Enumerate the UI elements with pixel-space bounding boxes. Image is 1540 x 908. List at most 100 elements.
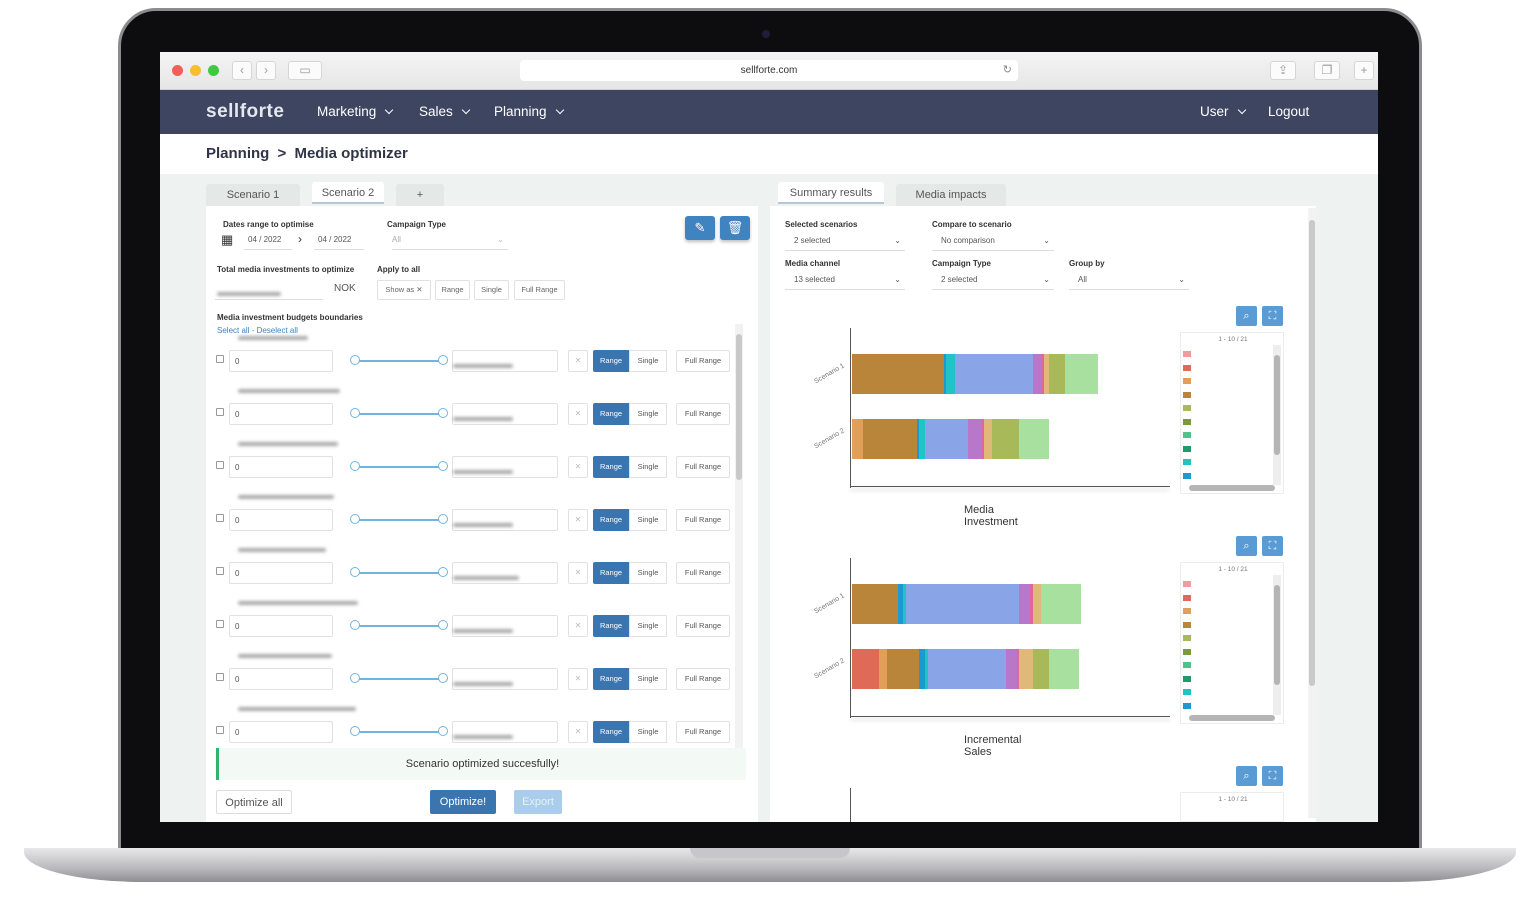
optimize-button[interactable]: Optimize! (430, 790, 496, 814)
slider-max-handle[interactable] (438, 567, 448, 577)
range-toggle[interactable]: Range (593, 668, 629, 690)
full-range-button[interactable]: Full Range (676, 615, 730, 637)
slider-min-handle[interactable] (350, 514, 360, 524)
range-slider[interactable] (354, 572, 442, 574)
row-checkbox[interactable] (216, 355, 224, 363)
max-value-input[interactable] (452, 403, 558, 425)
clear-icon[interactable]: ✕ (568, 456, 588, 478)
legend-swatch[interactable] (1183, 662, 1191, 668)
legend-swatch[interactable] (1183, 472, 1191, 479)
legend-swatch[interactable] (1183, 635, 1191, 641)
bar-segment[interactable] (852, 419, 863, 459)
tab-scenario-2[interactable]: Scenario 2 (312, 182, 384, 204)
results-scrollbar[interactable] (1308, 208, 1316, 818)
single-toggle[interactable]: Single (629, 403, 667, 425)
bar-segment[interactable] (852, 649, 879, 689)
bar-segment[interactable] (1019, 419, 1050, 459)
clear-icon[interactable]: ✕ (568, 668, 588, 690)
bar-segment[interactable] (1019, 649, 1033, 689)
slider-max-handle[interactable] (438, 408, 448, 418)
bar-segment[interactable] (1049, 354, 1066, 394)
range-slider[interactable] (354, 678, 442, 680)
range-slider[interactable] (354, 625, 442, 627)
legend-swatch[interactable] (1183, 432, 1191, 438)
tab-scenario-1[interactable]: Scenario 1 (206, 184, 300, 206)
selected-scenarios-select[interactable]: 2 selected ⌄ (785, 231, 905, 251)
close-window-button[interactable] (172, 65, 183, 76)
legend-swatch[interactable] (1183, 459, 1191, 465)
media-channel-select[interactable]: 13 selected ⌄ (785, 270, 905, 290)
chart-3-legend-pager[interactable]: 1 - 10 / 21 (1181, 793, 1285, 807)
clear-icon[interactable]: ✕ (568, 562, 588, 584)
nav-sales[interactable]: Sales (419, 104, 471, 119)
zoom-button[interactable]: ⌕ (1236, 766, 1257, 786)
clear-icon[interactable]: ✕ (568, 403, 588, 425)
slider-min-handle[interactable] (350, 620, 360, 630)
range-toggle[interactable]: Range (593, 403, 629, 425)
app-logo[interactable]: sellforte (206, 101, 284, 123)
range-toggle[interactable]: Range (593, 509, 629, 531)
date-to-field[interactable]: 04 / 2022 (314, 230, 364, 250)
legend-swatch[interactable] (1183, 364, 1191, 371)
row-checkbox[interactable] (216, 514, 224, 522)
full-range-button[interactable]: Full Range (676, 403, 730, 425)
tab-summary-results[interactable]: Summary results (778, 182, 884, 204)
delete-button[interactable]: 🗑 (720, 216, 750, 240)
legend-swatch[interactable] (1183, 378, 1191, 384)
nav-planning[interactable]: Planning (494, 104, 564, 119)
slider-max-handle[interactable] (438, 461, 448, 471)
address-bar[interactable]: sellforte.com ↻ (520, 60, 1018, 81)
max-value-input[interactable] (452, 615, 558, 637)
legend-swatch[interactable] (1183, 608, 1191, 614)
bar-segment[interactable] (992, 419, 1020, 459)
legend-swatch[interactable] (1183, 702, 1191, 709)
bar-segment[interactable] (1040, 584, 1082, 624)
max-value-input[interactable] (452, 350, 558, 372)
range-slider[interactable] (354, 360, 442, 362)
bar-segment[interactable] (1032, 584, 1041, 624)
min-value-input[interactable]: 0 (229, 350, 333, 372)
share-icon[interactable]: ⇪ (1270, 61, 1296, 80)
row-checkbox[interactable] (216, 408, 224, 416)
total-investment-input[interactable] (215, 280, 323, 300)
slider-max-handle[interactable] (438, 726, 448, 736)
legend-pager[interactable]: 1 - 10 / 21 (1181, 563, 1285, 577)
forward-icon[interactable]: › (256, 61, 276, 80)
nav-user[interactable]: User (1200, 104, 1246, 119)
legend-swatch[interactable] (1183, 594, 1191, 601)
range-toggle[interactable]: Range (593, 721, 629, 743)
stacked-bar[interactable] (852, 354, 1098, 394)
legend-swatch[interactable] (1183, 445, 1191, 452)
legend-h-scrollbar[interactable] (1189, 715, 1275, 721)
bar-segment[interactable] (852, 354, 944, 394)
optimize-all-button[interactable]: Optimize all (216, 790, 292, 814)
breadcrumb-parent[interactable]: Planning (206, 145, 269, 162)
legend-swatch[interactable] (1183, 675, 1191, 682)
single-toggle[interactable]: Single (629, 350, 667, 372)
legend-swatch[interactable] (1183, 621, 1191, 628)
apply-range-button[interactable]: Range (435, 280, 470, 300)
group-by-select[interactable]: All ⌄ (1069, 270, 1189, 290)
row-checkbox[interactable] (216, 461, 224, 469)
rows-scrollbar-thumb[interactable] (736, 334, 742, 480)
bar-segment[interactable] (1032, 354, 1041, 394)
clear-icon[interactable]: ✕ (568, 615, 588, 637)
full-range-button[interactable]: Full Range (676, 562, 730, 584)
fullscreen-button[interactable]: ⛶ (1262, 766, 1283, 786)
slider-min-handle[interactable] (350, 673, 360, 683)
clear-icon[interactable]: ✕ (568, 509, 588, 531)
bar-segment[interactable] (946, 354, 955, 394)
min-value-input[interactable]: 0 (229, 668, 333, 690)
max-value-input[interactable] (452, 509, 558, 531)
clear-icon[interactable]: ✕ (568, 721, 588, 743)
export-button[interactable]: Export (514, 790, 562, 814)
campaign-type-select[interactable]: All ⌄ (392, 230, 508, 250)
range-toggle[interactable]: Range (593, 456, 629, 478)
range-toggle[interactable]: Range (593, 350, 629, 372)
max-value-input[interactable] (452, 721, 558, 743)
bar-segment[interactable] (879, 649, 888, 689)
full-range-button[interactable]: Full Range (676, 721, 730, 743)
legend-swatch[interactable] (1183, 405, 1191, 411)
range-slider[interactable] (354, 731, 442, 733)
legend-swatch[interactable] (1183, 351, 1191, 357)
